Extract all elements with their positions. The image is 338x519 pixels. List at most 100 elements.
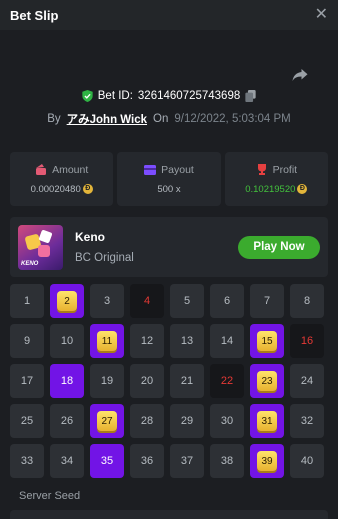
stat-label: Payout <box>161 163 194 176</box>
tile-number: 37 <box>180 455 194 467</box>
close-icon[interactable]: ✕ <box>315 7 328 23</box>
server-seed-field[interactable] <box>10 510 328 519</box>
tile-number: 8 <box>303 295 311 307</box>
keno-tile[interactable]: 4 <box>130 284 164 318</box>
keno-tile[interactable]: 21 <box>170 364 204 398</box>
thumb-label: KENO <box>21 260 39 267</box>
gem-tile-number: 39 <box>257 451 277 471</box>
keno-tile[interactable]: 25 <box>10 404 44 438</box>
keno-tile[interactable]: 27 <box>90 404 124 438</box>
by-label: By <box>47 113 61 125</box>
keno-tile[interactable]: 23 <box>250 364 284 398</box>
shield-check-icon <box>82 90 93 102</box>
keno-tile[interactable]: 30 <box>210 404 244 438</box>
keno-tile[interactable]: 20 <box>130 364 164 398</box>
keno-tile[interactable]: 9 <box>10 324 44 358</box>
page-title: Bet Slip <box>10 7 59 23</box>
share-icon[interactable] <box>291 67 309 83</box>
keno-tile[interactable]: 12 <box>130 324 164 358</box>
on-label: On <box>153 113 169 125</box>
tile-number: 26 <box>60 415 74 427</box>
stat-value: 0.00020480 <box>30 183 81 195</box>
tile-number: 14 <box>220 335 234 347</box>
keno-tile[interactable]: 17 <box>10 364 44 398</box>
tile-number: 18 <box>60 375 74 387</box>
game-card: KENO Keno BC Original Play Now <box>10 217 328 277</box>
keno-thumbnail[interactable]: KENO <box>18 224 63 270</box>
keno-tile[interactable]: 14 <box>210 324 244 358</box>
tile-number: 40 <box>300 455 314 467</box>
tile-number: 38 <box>220 455 234 467</box>
keno-tile[interactable]: 24 <box>290 364 324 398</box>
keno-grid: 1 2 3 4 5 6 7 8 9 10 11 12 13 14 15 16 17 18 19 20 21 22 23 24 2… <box>10 284 324 478</box>
tile-number: 34 <box>60 455 74 467</box>
tile-number: 25 <box>20 415 34 427</box>
tile-number: 24 <box>300 375 314 387</box>
stat-payout: Payout 500 x <box>117 152 221 206</box>
bet-date: 9/12/2022, 5:03:04 PM <box>174 113 291 125</box>
tile-number: 20 <box>140 375 154 387</box>
keno-tile[interactable]: 28 <box>130 404 164 438</box>
keno-tile[interactable]: 31 <box>250 404 284 438</box>
wallet-icon <box>36 164 47 175</box>
tile-number: 36 <box>140 455 154 467</box>
keno-tile[interactable]: 19 <box>90 364 124 398</box>
bet-meta-row: By アみJohn Wick On 9/12/2022, 5:03:04 PM <box>0 111 338 127</box>
keno-tile[interactable]: 18 <box>50 364 84 398</box>
server-seed-label: Server Seed <box>19 490 81 502</box>
gem-tile-number: 11 <box>97 331 117 351</box>
tile-number: 32 <box>300 415 314 427</box>
keno-tile[interactable]: 11 <box>90 324 124 358</box>
keno-tile[interactable]: 6 <box>210 284 244 318</box>
keno-tile[interactable]: 8 <box>290 284 324 318</box>
keno-tile[interactable]: 7 <box>250 284 284 318</box>
bet-slip-header: Bet Slip ✕ <box>0 0 338 30</box>
tile-number: 21 <box>180 375 194 387</box>
keno-tile[interactable]: 39 <box>250 444 284 478</box>
bet-id-value: 3261460725743698 <box>137 90 241 102</box>
tile-number: 28 <box>140 415 154 427</box>
username-link[interactable]: アみJohn Wick <box>67 111 147 127</box>
keno-tile[interactable]: 33 <box>10 444 44 478</box>
tile-number: 5 <box>183 295 191 307</box>
keno-tile[interactable]: 32 <box>290 404 324 438</box>
gem-tile-number: 15 <box>257 331 277 351</box>
keno-tile[interactable]: 29 <box>170 404 204 438</box>
game-provider: BC Original <box>75 252 134 264</box>
tile-number: 30 <box>220 415 234 427</box>
keno-tile[interactable]: 26 <box>50 404 84 438</box>
keno-tile[interactable]: 2 <box>50 284 84 318</box>
game-name: Keno <box>75 230 105 244</box>
coin-icon: Đ <box>82 184 93 194</box>
keno-tile[interactable]: 35 <box>90 444 124 478</box>
keno-tile[interactable]: 16 <box>290 324 324 358</box>
keno-tile[interactable]: 22 <box>210 364 244 398</box>
tile-number: 33 <box>20 455 34 467</box>
coin-icon: Đ <box>297 184 308 194</box>
keno-tile[interactable]: 5 <box>170 284 204 318</box>
stat-label: Profit <box>272 163 298 176</box>
stat-value: 0.10219520 <box>245 183 296 195</box>
stat-value: 500 x <box>157 183 181 195</box>
keno-tile[interactable]: 3 <box>90 284 124 318</box>
tile-number: 7 <box>263 295 271 307</box>
tile-number: 22 <box>220 375 234 387</box>
keno-tile[interactable]: 37 <box>170 444 204 478</box>
stats-row: Amount 0.00020480 Đ Payout 500 x Profit <box>10 152 328 206</box>
keno-tile[interactable]: 38 <box>210 444 244 478</box>
keno-tile[interactable]: 10 <box>50 324 84 358</box>
keno-tile[interactable]: 13 <box>170 324 204 358</box>
keno-tile[interactable]: 1 <box>10 284 44 318</box>
tile-number: 10 <box>60 335 74 347</box>
keno-tile[interactable]: 36 <box>130 444 164 478</box>
tile-number: 29 <box>180 415 194 427</box>
keno-tile[interactable]: 34 <box>50 444 84 478</box>
gem-tile-number: 23 <box>257 371 277 391</box>
keno-tile[interactable]: 15 <box>250 324 284 358</box>
tile-number: 19 <box>100 375 114 387</box>
play-now-button[interactable]: Play Now <box>238 235 320 259</box>
copy-icon[interactable] <box>245 90 256 102</box>
tile-number: 35 <box>100 455 114 467</box>
keno-tile[interactable]: 40 <box>290 444 324 478</box>
stat-profit: Profit 0.10219520 Đ <box>224 152 328 206</box>
